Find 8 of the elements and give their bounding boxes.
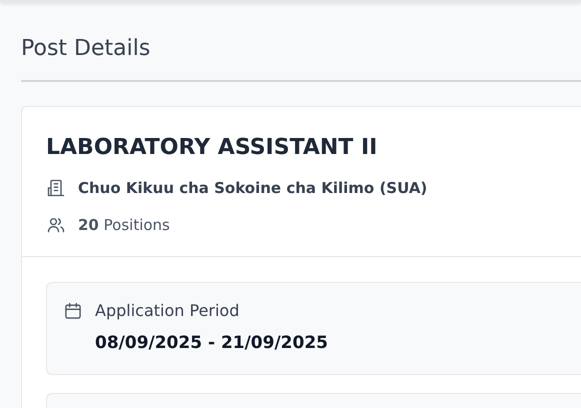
post-title: LABORATORY ASSISTANT II (46, 134, 378, 162)
calendar-icon (63, 301, 83, 321)
building-icon (46, 178, 66, 198)
detail-label: Application Period (95, 300, 240, 322)
page-title: Post Details (21, 35, 152, 63)
employer-name: Chuo Kikuu cha Sokoine cha Kilimo (SUA) (78, 178, 428, 199)
positions-count: 20 Positions (78, 214, 170, 236)
detail-value: 08/09/2025 - 21/09/2025 (95, 332, 329, 355)
